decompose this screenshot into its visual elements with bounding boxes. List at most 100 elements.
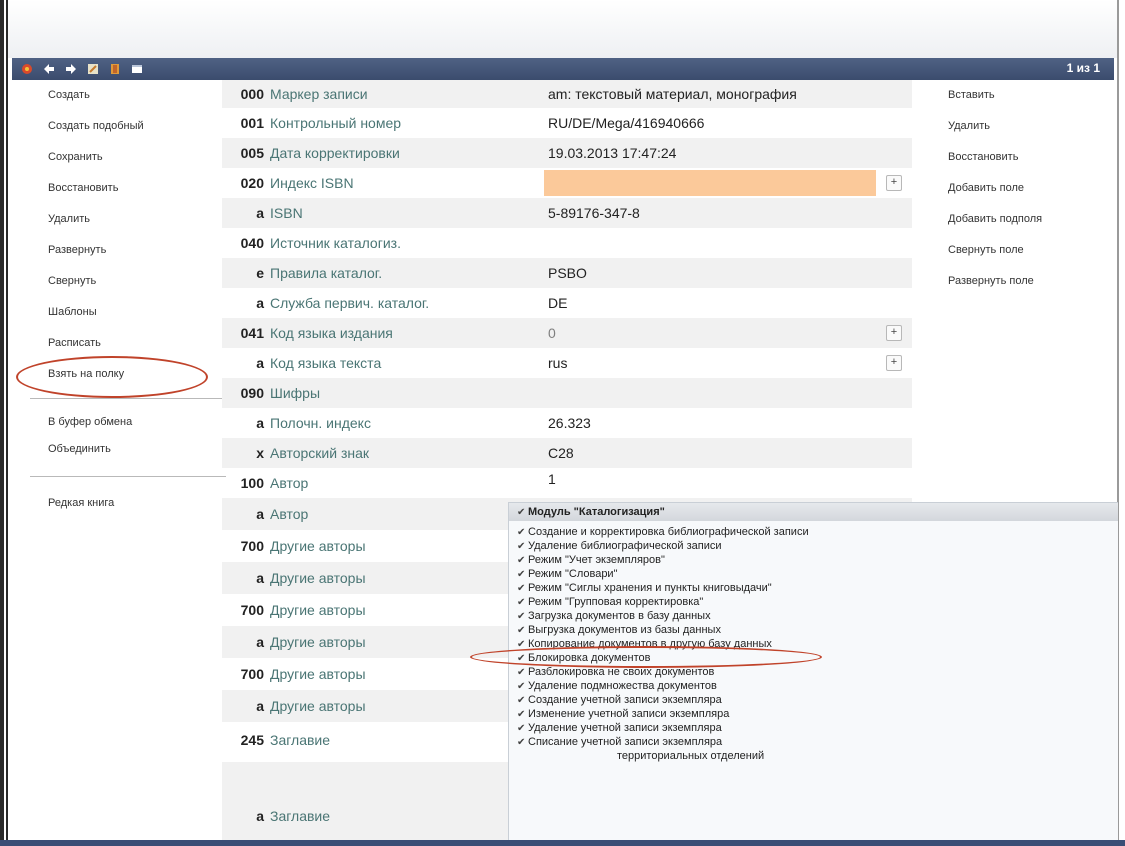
menu-merge[interactable]: Объединить	[48, 443, 111, 455]
field-row[interactable]: 090 Шифры	[222, 378, 912, 408]
menu-collapse-field[interactable]: Свернуть поле	[948, 244, 1024, 256]
menu-expand[interactable]: Развернуть	[48, 244, 106, 256]
checkbox-checked-icon[interactable]: ✔	[517, 568, 526, 581]
permission-item[interactable]: ✔ Режим "Учет экземпляров"	[517, 554, 665, 567]
field-value[interactable]: C28	[548, 445, 574, 461]
window-icon[interactable]	[130, 62, 144, 76]
permission-item[interactable]: ✔ Создание и корректировка библиографичес…	[517, 526, 809, 539]
field-label: Авторский знак	[270, 445, 370, 461]
permission-item[interactable]: ✔ Изменение учетной записи экземпляра	[517, 708, 729, 721]
menu-create[interactable]: Создать	[48, 89, 90, 101]
permission-item[interactable]: ✔ Создание учетной записи экземпляра	[517, 694, 722, 707]
menu-restore[interactable]: Восстановить	[48, 182, 118, 194]
record-counter: 1 из 1	[1066, 61, 1100, 75]
field-tag: 005	[240, 145, 264, 161]
checkbox-checked-icon[interactable]: ✔	[517, 694, 526, 707]
checkbox-checked-icon[interactable]: ✔	[517, 666, 526, 679]
permission-item[interactable]: ✔ Разблокировка не своих документов	[517, 666, 714, 679]
edit-icon[interactable]	[86, 62, 100, 76]
menu-collapse[interactable]: Свернуть	[48, 275, 96, 287]
field-value[interactable]: 26.323	[548, 415, 591, 431]
field-row[interactable]: a Код языка текста rus +	[222, 348, 912, 378]
field-value[interactable]: 1	[548, 471, 556, 487]
field-value[interactable]: PSBO	[548, 265, 587, 281]
field-value[interactable]: 0	[548, 325, 556, 341]
field-row[interactable]: 001 Контрольный номер RU/DE/Mega/4169406…	[222, 108, 912, 138]
menu-templates[interactable]: Шаблоны	[48, 306, 97, 318]
menu-insert[interactable]: Вставить	[948, 89, 995, 101]
field-row[interactable]: 041 Код языка издания 0 +	[222, 318, 912, 348]
app-logo-icon[interactable]	[20, 62, 34, 76]
arrow-left-icon[interactable]	[42, 62, 56, 76]
field-row[interactable]: a Служба первич. каталог. DE	[222, 288, 912, 318]
permission-item[interactable]: ✔ Удаление библиографической записи	[517, 540, 721, 553]
permission-item[interactable]: ✔ Режим "Сиглы хранения и пункты книговыд…	[517, 582, 772, 595]
permissions-panel: ✔ Модуль "Каталогизация" ✔ Создание и корр…	[508, 502, 1118, 840]
permission-item[interactable]: ✔ Списание учетной записи экземпляра	[517, 736, 722, 749]
menu-to-clipboard[interactable]: В буфер обмена	[48, 416, 132, 428]
permission-module-header[interactable]: ✔ Модуль "Каталогизация"	[517, 506, 665, 519]
field-row[interactable]: 000 Маркер записи am: текстовый материал…	[222, 80, 912, 108]
field-row[interactable]: 020 Индекс ISBN +	[222, 168, 912, 198]
field-tag: e	[256, 265, 264, 281]
add-subfield-button[interactable]: +	[886, 325, 902, 341]
field-label: Контрольный номер	[270, 115, 402, 131]
window-border-left	[0, 0, 4, 846]
checkbox-checked-icon[interactable]: ✔	[517, 506, 526, 519]
field-value[interactable]: DE	[548, 295, 567, 311]
field-tag: 001	[240, 115, 264, 131]
field-tag: 700	[240, 538, 264, 554]
permission-item-cut: территориальных отделений	[617, 750, 765, 762]
field-row[interactable]: 100 Автор 1	[222, 468, 912, 498]
checkbox-checked-icon[interactable]: ✔	[517, 596, 526, 609]
field-value[interactable]: 19.03.2013 17:47:24	[548, 145, 676, 161]
checkbox-checked-icon[interactable]: ✔	[517, 624, 526, 637]
field-value[interactable]: RU/DE/Mega/416940666	[548, 115, 704, 131]
field-label: Другие авторы	[270, 538, 366, 554]
field-tag: 700	[240, 666, 264, 682]
field-value[interactable]: am: текстовый материал, монография	[548, 86, 797, 102]
menu-delete[interactable]: Удалить	[48, 213, 90, 225]
checkbox-checked-icon[interactable]: ✔	[517, 554, 526, 567]
checkbox-checked-icon[interactable]: ✔	[517, 526, 526, 539]
menu-delete-field[interactable]: Удалить	[948, 120, 990, 132]
menu-create-similar[interactable]: Создать подобный	[48, 120, 144, 132]
field-row[interactable]: x Авторский знак C28	[222, 438, 912, 468]
menu-add-subfields[interactable]: Добавить подполя	[948, 213, 1042, 225]
field-value[interactable]: rus	[548, 355, 567, 371]
field-value[interactable]: 5-89176-347-8	[548, 205, 640, 221]
field-row[interactable]: 040 Источник каталогиз.	[222, 228, 912, 258]
field-row[interactable]: a ISBN 5-89176-347-8	[222, 198, 912, 228]
checkbox-checked-icon[interactable]: ✔	[517, 610, 526, 623]
permission-item[interactable]: ✔ Режим "Словари"	[517, 568, 617, 581]
field-tag: a	[256, 355, 264, 371]
permission-item[interactable]: ✔ Режим "Групповая корректировка"	[517, 596, 703, 609]
permission-item[interactable]: ✔ Удаление учетной записи экземпляра	[517, 722, 722, 735]
menu-restore-field[interactable]: Восстановить	[948, 151, 1018, 163]
checkbox-checked-icon[interactable]: ✔	[517, 540, 526, 553]
checkbox-checked-icon[interactable]: ✔	[517, 680, 526, 693]
permission-item[interactable]: ✔ Выгрузка документов из базы данных	[517, 624, 721, 637]
checkbox-checked-icon[interactable]: ✔	[517, 736, 526, 749]
checkbox-checked-icon[interactable]: ✔	[517, 722, 526, 735]
menu-expand-field[interactable]: Развернуть поле	[948, 275, 1034, 287]
permission-item[interactable]: ✔ Загрузка документов в базу данных	[517, 610, 711, 623]
arrow-right-icon[interactable]	[64, 62, 78, 76]
field-row[interactable]: a Полочн. индекс 26.323	[222, 408, 912, 438]
checkbox-checked-icon[interactable]: ✔	[517, 708, 526, 721]
menu-divider	[30, 398, 226, 399]
field-row[interactable]: e Правила каталог. PSBO	[222, 258, 912, 288]
annotation-ellipse-take-to-shelf	[16, 356, 208, 398]
checkbox-checked-icon[interactable]: ✔	[517, 582, 526, 595]
menu-add-field[interactable]: Добавить поле	[948, 182, 1024, 194]
add-subfield-button[interactable]: +	[886, 355, 902, 371]
permission-item[interactable]: ✔ Удаление подмножества документов	[517, 680, 717, 693]
window-top-area	[8, 0, 1118, 58]
menu-schedule[interactable]: Расписать	[48, 337, 101, 349]
menu-save[interactable]: Сохранить	[48, 151, 103, 163]
menu-rare-book[interactable]: Редкая книга	[48, 497, 114, 509]
field-row[interactable]: 005 Дата корректировки 19.03.2013 17:47:…	[222, 138, 912, 168]
book-icon[interactable]	[108, 62, 122, 76]
field-tag: 000	[240, 86, 264, 102]
add-subfield-button[interactable]: +	[886, 175, 902, 191]
